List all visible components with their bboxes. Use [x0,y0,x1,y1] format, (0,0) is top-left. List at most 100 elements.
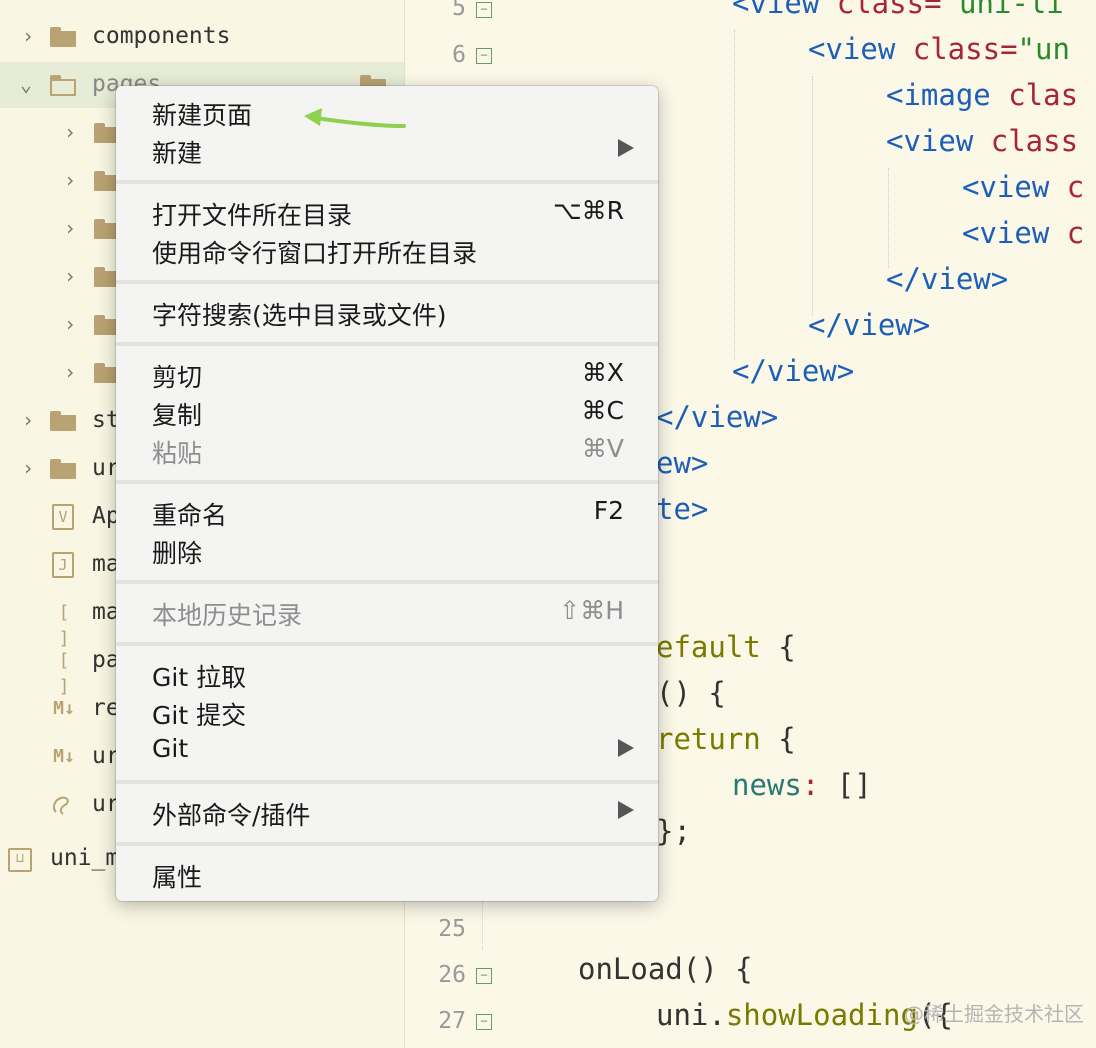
code-line: return { [656,722,796,756]
code-line: </view> [808,308,930,342]
vue-file-icon: V [52,504,74,530]
code-token: : [801,768,837,802]
context-menu: 新建页面 新建 打开文件所在目录 ⌥⌘R 使用命令行窗口打开所在目录 字符搜索(… [116,86,658,901]
menu-item-rename[interactable]: 重命名 F2 [116,492,658,530]
submenu-arrow-icon [618,739,634,757]
submenu-arrow-icon [618,139,634,157]
menu-item-label: 剪切 [152,363,203,392]
code-token: <image [886,78,1009,112]
chevron-right-icon[interactable]: › [18,408,38,432]
menu-item-label: 属性 [152,863,203,892]
fold-icon[interactable]: − [476,968,492,984]
chevron-right-icon[interactable]: › [60,312,80,336]
tree-item-label: components [92,23,231,49]
line-number: 5 [452,0,466,21]
menu-item-label: 使用命令行窗口打开所在目录 [152,239,478,268]
menu-item-git-pull[interactable]: Git 拉取 [116,654,658,692]
code-token: <view [808,32,913,66]
code-token: </view> [656,400,779,434]
tree-item-components[interactable]: › components [0,14,404,60]
menu-item-open-in-terminal[interactable]: 使用命令行窗口打开所在目录 [116,230,658,268]
markdown-file-icon: M↓ [53,746,75,767]
menu-item-local-history: 本地历史记录 ⇧⌘H [116,592,658,630]
menu-item-shortcut: ⌘V [581,434,624,463]
chevron-right-icon[interactable]: › [60,120,80,144]
code-line: }; [656,814,691,848]
code-token: { [778,630,796,664]
menu-item-label: Git 提交 [152,701,247,730]
code-token: efault [656,630,779,664]
menu-separator [116,480,658,484]
code-token: news [732,768,802,802]
fold-icon[interactable]: − [476,1014,492,1030]
line-number: 6 [452,42,466,68]
code-token: [] [836,768,872,802]
folder-icon [50,459,76,479]
menu-item-text-search[interactable]: 字符搜索(选中目录或文件) [116,292,658,330]
menu-item-label: 本地历史记录 [152,601,303,630]
line-number: 26 [438,962,466,988]
code-token: te> [656,492,709,526]
chevron-right-icon[interactable]: › [60,360,80,384]
code-token: <view [732,0,837,20]
chevron-right-icon[interactable]: › [18,24,38,48]
code-token: () { [656,676,726,710]
watermark: @稀土掘金技术社区 [904,1002,1084,1026]
submenu-arrow-icon [618,801,634,819]
js-file-icon: J [52,552,74,578]
indent-guide [734,30,735,360]
code-token: </view> [808,308,931,342]
menu-item-copy[interactable]: 复制 ⌘C [116,392,658,430]
fold-icon[interactable]: − [476,2,492,18]
code-line: <view c [962,216,1084,250]
tree-item-label: uni_m [50,845,120,871]
code-token: class= [836,0,942,20]
code-line: <view class="uni-li [732,0,1064,20]
menu-separator [116,180,658,184]
indent-guide [482,900,483,950]
menu-item-shortcut: F2 [593,496,624,525]
menu-item-paste: 粘贴 ⌘V [116,430,658,468]
menu-item-label: 粘贴 [152,439,203,468]
menu-item-cut[interactable]: 剪切 ⌘X [116,354,658,392]
chevron-right-icon[interactable]: › [60,264,80,288]
menu-item-git[interactable]: Git [116,730,658,768]
style-file-icon [50,792,72,818]
menu-item-git-commit[interactable]: Git 提交 [116,692,658,730]
menu-item-open-containing-folder[interactable]: 打开文件所在目录 ⌥⌘R [116,192,658,230]
code-token: class [990,124,1079,158]
menu-item-label: 打开文件所在目录 [152,201,353,230]
code-token: showLoading [725,998,918,1032]
menu-item-delete[interactable]: 删除 [116,530,658,568]
menu-separator [116,342,658,346]
menu-item-properties[interactable]: 属性 [116,854,658,892]
code-token: c [1066,170,1085,204]
code-token: { [778,722,796,756]
chevron-right-icon[interactable]: › [60,168,80,192]
chevron-down-icon[interactable]: ⌄ [16,72,36,96]
menu-separator [116,280,658,284]
code-line: () { [656,676,726,710]
chevron-right-icon[interactable]: › [18,456,38,480]
code-line: <view class="un [808,32,1070,66]
code-token: c [1066,216,1085,250]
code-token: "un [1017,32,1070,66]
code-token: onLoad() { [578,952,753,986]
menu-item-shortcut: ⌥⌘R [552,196,624,225]
menu-separator [116,580,658,584]
chevron-right-icon[interactable]: › [60,216,80,240]
folder-icon [50,27,76,47]
menu-item-external-commands[interactable]: 外部命令/插件 [116,792,658,830]
indent-guide [888,168,889,268]
code-line: onLoad() { [578,952,753,986]
line-number: 27 [438,1008,466,1034]
menu-item-label: 新建页面 [152,101,253,130]
json-file-icon: [ ] [58,602,70,649]
code-token: class= [912,32,1018,66]
code-line: <image clas [886,78,1078,112]
menu-item-label: 字符搜索(选中目录或文件) [152,301,447,330]
line-number: 25 [438,916,466,942]
code-line: efault { [656,630,796,664]
fold-icon[interactable]: − [476,48,492,64]
code-line: <view c [962,170,1084,204]
